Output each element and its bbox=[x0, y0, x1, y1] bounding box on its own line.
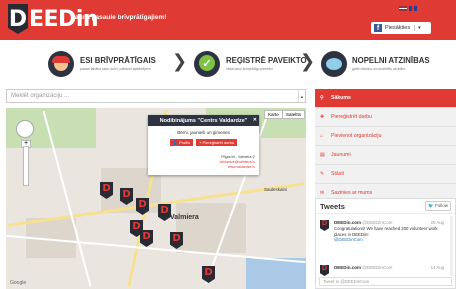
tagline: Jauna pasaule brīvprātīgajiem! bbox=[71, 14, 167, 21]
avatar: D bbox=[320, 220, 329, 231]
map-type-satellite-button[interactable]: Satelīts bbox=[282, 110, 306, 119]
map-pan-control[interactable] bbox=[16, 120, 34, 138]
news-icon: ▤ bbox=[320, 152, 325, 158]
language-switcher bbox=[399, 6, 417, 11]
tweet-item[interactable]: D DEEDin.com @DEEDinCom 14 Aug bbox=[320, 265, 444, 277]
google-attribution: Google bbox=[10, 280, 27, 286]
step-3-subtitle: gūsti virtuālu un novērtētu atzinību bbox=[352, 67, 406, 71]
avatar: D bbox=[320, 265, 329, 276]
tweet-compose-input[interactable]: Tweet to @DEEDinCom bbox=[319, 277, 452, 286]
sidebar-item-label: Sākums bbox=[331, 95, 351, 101]
profile-button-label: Profils bbox=[178, 140, 191, 145]
map-river bbox=[246, 258, 306, 289]
step-2-title: REĢISTRĒ PAVEIKTO bbox=[226, 56, 307, 65]
twitter-follow-button[interactable]: 🐦 Follow bbox=[425, 201, 451, 211]
sidebar-item-label: Pievienot organizāciju bbox=[331, 133, 382, 139]
popup-category: Bērni, jaunieši un ģimenes bbox=[177, 130, 230, 135]
facebook-login-button[interactable]: f Piesākties ▾ bbox=[371, 22, 431, 34]
map-marker[interactable]: D bbox=[140, 230, 153, 247]
tweet-date[interactable]: 20 Aug bbox=[431, 220, 444, 225]
sidebar-item-label: Piereģistrēt darbu bbox=[331, 114, 372, 120]
profile-button[interactable]: 👤 Profils bbox=[169, 139, 194, 146]
sidebar-item-label: Sazinies ar mums bbox=[331, 190, 373, 196]
chat-bubble-icon bbox=[321, 51, 347, 77]
step-1-subtitle: padari labāku savu dzīvi, palīdzot apkār… bbox=[80, 67, 151, 71]
popup-title: Nodibinājums "Centrs Valdardze" bbox=[159, 117, 248, 124]
chevron-right-icon: ❯ bbox=[172, 51, 188, 72]
step-1-title: ESI BRĪVPRĀTĪGAIS bbox=[80, 56, 156, 65]
sidebar-item-news[interactable]: ▤ Jaunumi bbox=[315, 146, 456, 165]
english-flag-icon[interactable] bbox=[409, 6, 417, 11]
latvian-flag-icon[interactable] bbox=[399, 6, 407, 11]
plus-icon: ✚ bbox=[320, 114, 325, 120]
twitter-bird-icon: 🐦 bbox=[428, 203, 434, 208]
steps-banner: ESI BRĪVPRĀTĪGAIS padari labāku savu dzī… bbox=[0, 40, 456, 88]
sidebar-item-add-organization[interactable]: ⌂ Pievienot organizāciju bbox=[315, 127, 456, 146]
volunteer-icon bbox=[48, 51, 74, 77]
chevron-down-icon: ▾ bbox=[414, 25, 421, 31]
map-zoom-slider[interactable] bbox=[23, 146, 29, 186]
dropdown-arrow-icon[interactable]: ▲ bbox=[298, 90, 305, 102]
sidebar-item-label: Stāsti bbox=[331, 171, 344, 177]
tweet-text: Congratulations! We have reached 200 vol… bbox=[334, 226, 438, 242]
map-type-map-button[interactable]: Karte bbox=[264, 110, 283, 119]
sidebar-item-stories[interactable]: ✎ Stāsti bbox=[315, 165, 456, 184]
chevron-right-icon: ❯ bbox=[300, 51, 316, 72]
map-area-label: Sauleskalni bbox=[264, 187, 288, 192]
twitter-widget-title: Tweets bbox=[320, 201, 345, 211]
popup-web-link[interactable]: www.valdardze.lv bbox=[220, 165, 255, 170]
pen-icon: ✎ bbox=[320, 171, 325, 177]
tweet-item[interactable]: D DEEDin.com @DEEDinCom 20 Aug Congratul… bbox=[320, 220, 444, 250]
location-icon: ⚲ bbox=[320, 95, 324, 101]
location-icon: ⚲ bbox=[252, 155, 255, 159]
facebook-login-label: Piesākties bbox=[385, 25, 411, 31]
map-city-label: Valmiera bbox=[170, 214, 199, 221]
tweet-date[interactable]: 14 Aug bbox=[431, 265, 444, 270]
tweet-author[interactable]: DEEDin.com @DEEDinCom bbox=[334, 265, 392, 270]
popup-contact-info: Rīgas iel., Valmiera ⚲ valdardze@valmier… bbox=[220, 155, 255, 170]
popup-header: Nodibinājums "Centrs Valdardze" ✕ bbox=[148, 115, 259, 126]
search-placeholder: Meklēt organizāciju ... bbox=[11, 93, 70, 99]
close-icon[interactable]: ✕ bbox=[253, 117, 257, 123]
sidebar-menu: ⚲ Sākums ✚ Piereģistrēt darbu ⌂ Pievieno… bbox=[315, 89, 456, 203]
tweet-mention-link[interactable]: @DEEDinCom bbox=[334, 237, 363, 242]
map-block bbox=[176, 203, 246, 253]
organization-search-input[interactable]: Meklēt organizāciju ... ▲ bbox=[6, 89, 306, 103]
map-marker[interactable]: D bbox=[202, 266, 215, 283]
sidebar-item-register-work[interactable]: ✚ Piereģistrēt darbu bbox=[315, 108, 456, 127]
logo-mark: D bbox=[8, 4, 28, 34]
tweet-author[interactable]: DEEDin.com @DEEDinCom bbox=[334, 220, 392, 225]
checkmark-icon: ✓ bbox=[194, 51, 220, 77]
twitter-widget: Tweets 🐦 Follow D DEEDin.com @DEEDinCom … bbox=[315, 198, 456, 289]
tweets-scrollbar[interactable] bbox=[450, 216, 453, 276]
sidebar-item-label: Jaunumi bbox=[331, 152, 351, 158]
organization-popup: Nodibinājums "Centrs Valdardze" ✕ Bērni,… bbox=[148, 115, 259, 175]
facebook-icon: f bbox=[374, 24, 382, 32]
follow-label: Follow bbox=[434, 203, 448, 208]
step-3-title: NOPELNI ATZINĪBAS bbox=[352, 56, 430, 65]
site-header: D EEDin Jauna pasaule brīvprātīgajiem! f… bbox=[0, 0, 456, 40]
mail-icon: ✉ bbox=[320, 190, 325, 196]
register-work-button[interactable]: + Piereģistrēt darbu bbox=[196, 139, 238, 146]
sidebar-item-home[interactable]: ⚲ Sākums bbox=[315, 89, 456, 108]
popup-address: Rīgas iel., Valmiera bbox=[221, 155, 252, 159]
tweet-handle: @DEEDinCom bbox=[362, 265, 393, 270]
step-2-subtitle: vieta savu brīvprātīgo pieredzi bbox=[226, 67, 273, 71]
home-icon: ⌂ bbox=[320, 133, 324, 139]
register-work-label: Piereģistrēt darbu bbox=[202, 140, 235, 145]
tweet-handle: @DEEDinCom bbox=[362, 220, 393, 225]
